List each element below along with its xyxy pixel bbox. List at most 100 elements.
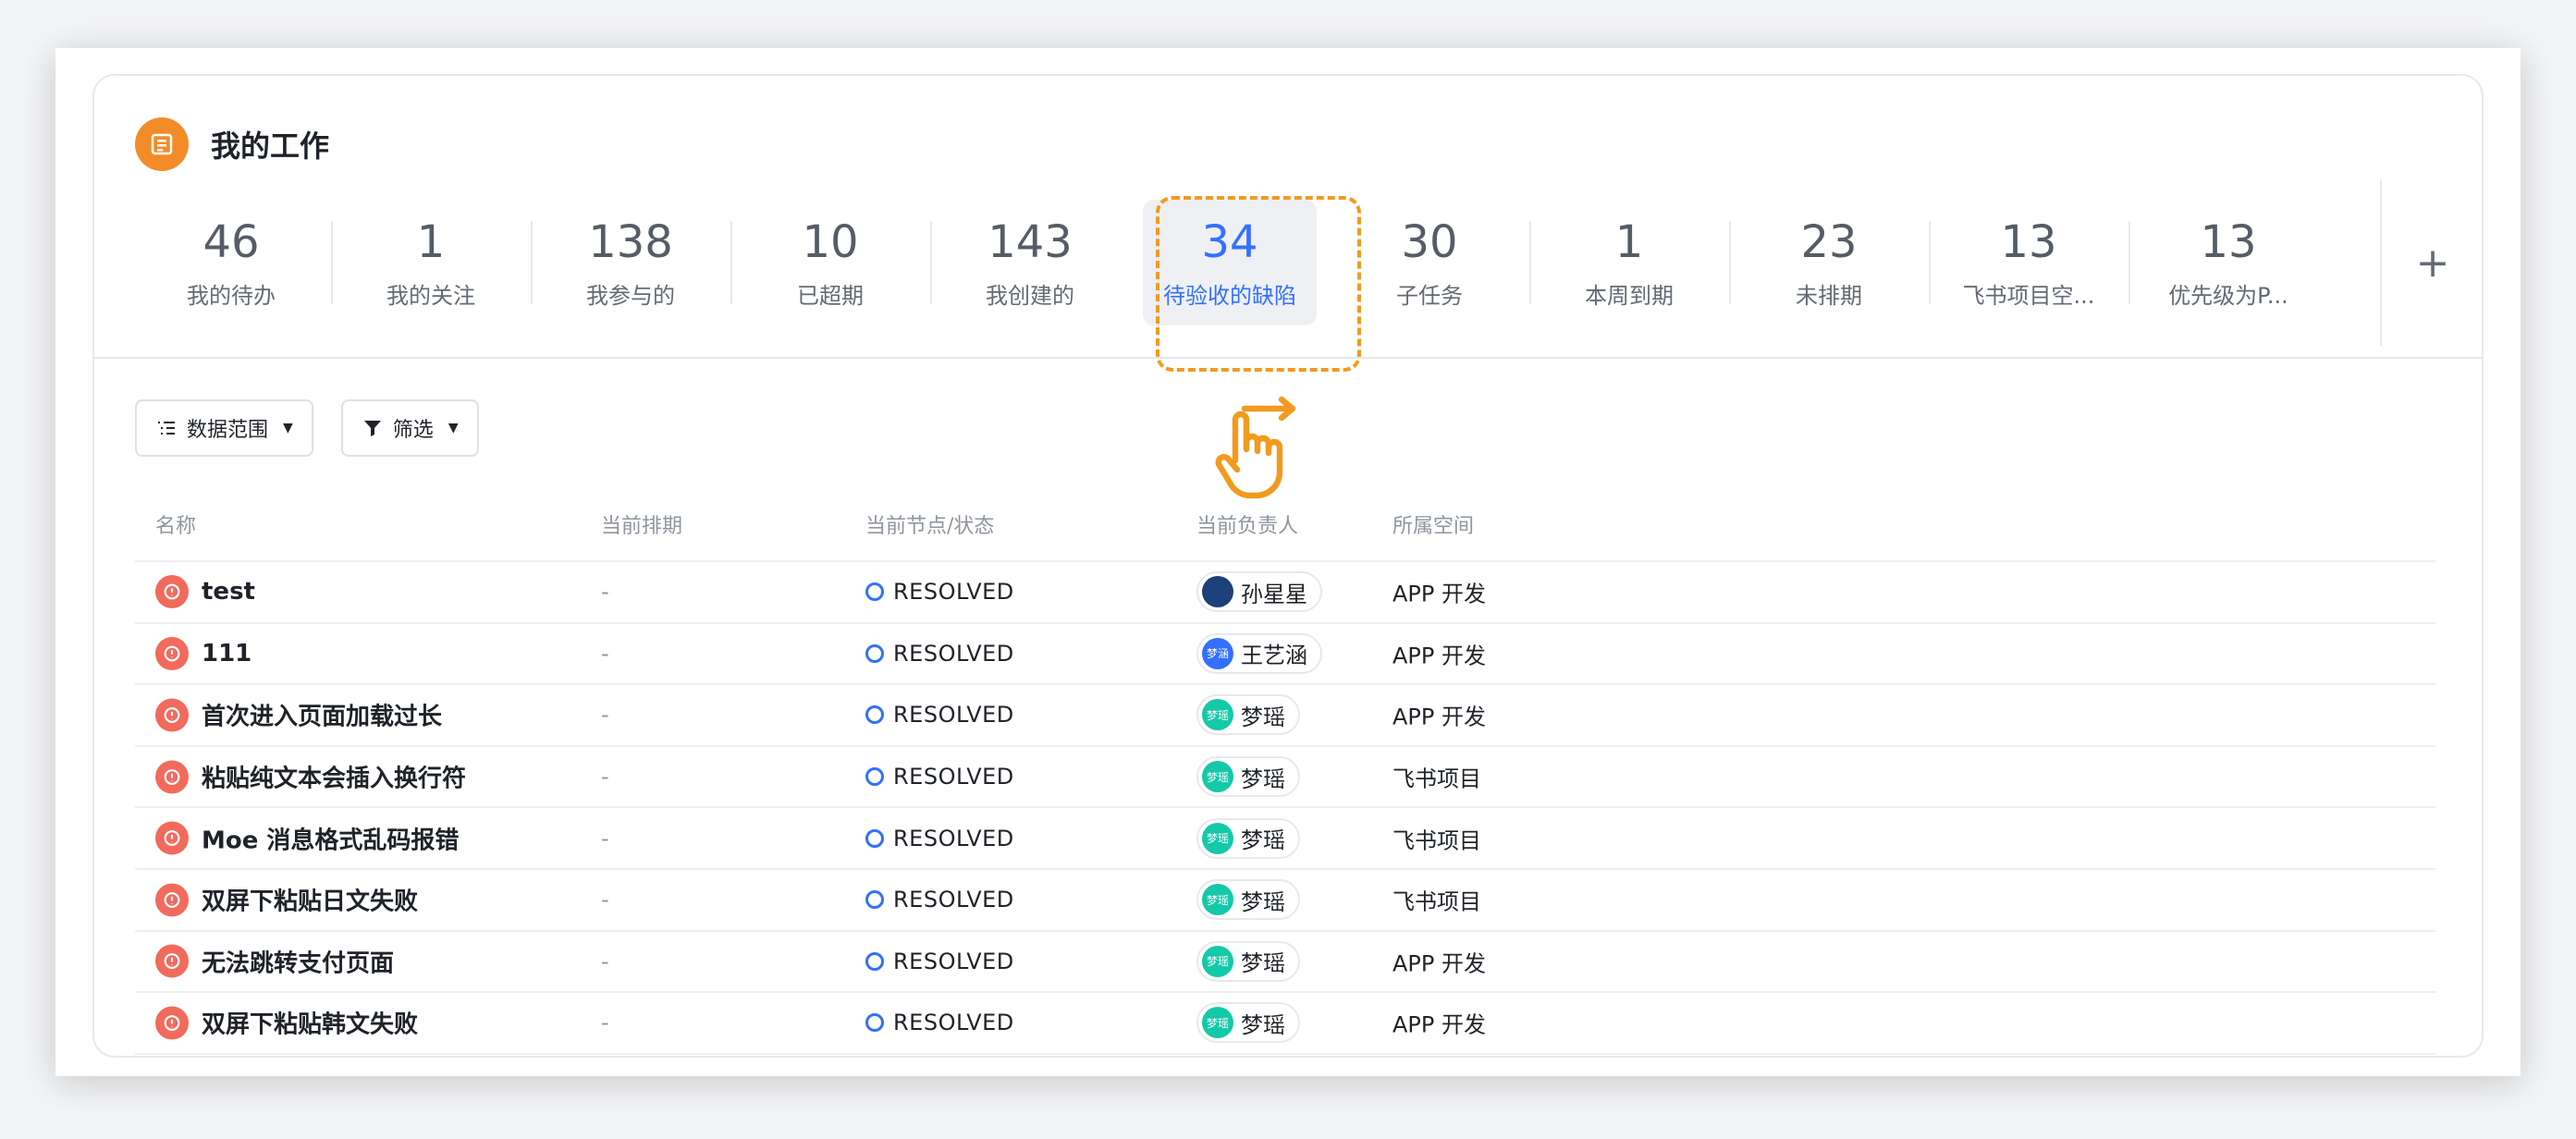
- owner-chip[interactable]: 梦瑶 梦瑶: [1196, 694, 1300, 736]
- page-title: 我的工作: [211, 129, 330, 164]
- issue-name[interactable]: 111: [202, 640, 251, 667]
- owner-chip[interactable]: 梦瑶 梦瑶: [1196, 817, 1300, 859]
- avatar-text: 梦涵: [1206, 647, 1229, 661]
- row-schedule[interactable]: -: [601, 949, 609, 974]
- row-space[interactable]: APP 开发: [1392, 699, 1486, 731]
- row-state-cell[interactable]: RESOLVED: [865, 764, 1014, 790]
- owner-chip[interactable]: 梦涵 王艺涵: [1196, 632, 1322, 674]
- my-work-card: 我的工作 46 我的待办 1 我的关注 138 我参与的 10 已超期 143 我创建的 34 待验收…: [92, 74, 2484, 1058]
- table-header: 名称 当前排期 当前节点/状态 当前负责人 所属空间: [135, 488, 2435, 560]
- stat-count: 30: [1401, 215, 1458, 268]
- row-name-cell[interactable]: 首次进入页面加载过长: [155, 698, 442, 732]
- row-name-cell[interactable]: 双屏下粘贴日文失败: [155, 883, 418, 917]
- header-schedule[interactable]: 当前排期: [601, 509, 682, 539]
- row-space[interactable]: 飞书项目: [1392, 761, 1481, 793]
- issue-name[interactable]: Moe 消息格式乱码报错: [202, 821, 459, 855]
- row-owner-cell[interactable]: 梦涵 王艺涵: [1196, 632, 1322, 674]
- app-window: 我的工作 46 我的待办 1 我的关注 138 我参与的 10 已超期 143 我创建的 34 待验收…: [55, 48, 2521, 1076]
- add-stat-button[interactable]: +: [2380, 179, 2484, 346]
- header-state[interactable]: 当前节点/状态: [865, 509, 994, 539]
- table-row[interactable]: 111 - RESOLVED 梦涵 王艺涵 APP 开发: [135, 621, 2435, 684]
- avatar: 梦瑶: [1202, 822, 1233, 854]
- table-row[interactable]: Moe 消息格式乱码报错 - RESOLVED 梦瑶 梦瑶 飞书项目: [135, 806, 2435, 868]
- row-schedule[interactable]: -: [601, 826, 609, 851]
- row-name-cell[interactable]: Moe 消息格式乱码报错: [155, 821, 459, 855]
- bug-alert-icon: [155, 636, 189, 670]
- owner-chip[interactable]: 孙星星: [1196, 571, 1322, 613]
- row-space[interactable]: 飞书项目: [1392, 884, 1481, 916]
- row-name-cell[interactable]: test: [155, 575, 255, 609]
- row-schedule[interactable]: -: [601, 641, 609, 667]
- header-name[interactable]: 名称: [155, 509, 196, 539]
- row-schedule[interactable]: -: [601, 887, 609, 912]
- data-scope-button[interactable]: 数据范围 ▼: [135, 399, 313, 457]
- table-row[interactable]: 粘贴纯文本会插入换行符 - RESOLVED 梦瑶 梦瑶 飞书项目: [135, 744, 2435, 807]
- avatar: 梦瑶: [1202, 884, 1233, 916]
- owner-chip[interactable]: 梦瑶 梦瑶: [1196, 1002, 1300, 1044]
- issue-name[interactable]: 粘贴纯文本会插入换行符: [202, 760, 466, 794]
- row-owner-cell[interactable]: 梦瑶 梦瑶: [1196, 756, 1300, 798]
- issue-name[interactable]: 首次进入页面加载过长: [202, 698, 442, 732]
- row-owner-cell[interactable]: 梦瑶 梦瑶: [1196, 940, 1300, 982]
- stat-tab-1[interactable]: 1 我的关注: [331, 179, 531, 346]
- state-text: RESOLVED: [893, 579, 1014, 606]
- stat-tab-3[interactable]: 10 已超期: [730, 179, 930, 346]
- row-owner-cell[interactable]: 梦瑶 梦瑶: [1196, 817, 1300, 859]
- issue-name[interactable]: 双屏下粘贴日文失败: [202, 883, 418, 917]
- stat-tab-0[interactable]: 46 我的待办: [131, 179, 331, 346]
- owner-name: 梦瑶: [1241, 950, 1285, 977]
- stat-tab-7[interactable]: 1 本周到期: [1529, 179, 1729, 346]
- row-name-cell[interactable]: 粘贴纯文本会插入换行符: [155, 760, 466, 794]
- avatar-text: 梦瑶: [1206, 708, 1229, 722]
- header-owner[interactable]: 当前负责人: [1196, 509, 1298, 539]
- row-name-cell[interactable]: 双屏下粘贴韩文失败: [155, 1006, 418, 1040]
- issue-name[interactable]: 无法跳转支付页面: [202, 944, 394, 978]
- row-space[interactable]: APP 开发: [1392, 576, 1486, 608]
- stat-tab-4[interactable]: 143 我创建的: [930, 179, 1130, 346]
- row-schedule[interactable]: -: [601, 764, 609, 790]
- stat-label: 子任务: [1396, 282, 1463, 309]
- table-row[interactable]: 无法跳转支付页面 - RESOLVED 梦瑶 梦瑶 APP 开发: [135, 929, 2435, 992]
- row-name-cell[interactable]: 111: [155, 636, 251, 670]
- avatar-text: 梦瑶: [1206, 770, 1229, 784]
- owner-chip[interactable]: 梦瑶 梦瑶: [1196, 879, 1300, 921]
- filter-button[interactable]: 筛选 ▼: [340, 399, 479, 457]
- table-row[interactable]: 双屏下粘贴日文失败 - RESOLVED 梦瑶 梦瑶 飞书项目: [135, 867, 2435, 930]
- row-space[interactable]: APP 开发: [1392, 1007, 1486, 1039]
- row-state-cell[interactable]: RESOLVED: [865, 579, 1014, 605]
- row-space[interactable]: 飞书项目: [1392, 822, 1481, 854]
- row-schedule[interactable]: -: [601, 579, 609, 605]
- row-state-cell[interactable]: RESOLVED: [865, 949, 1014, 974]
- row-state-cell[interactable]: RESOLVED: [865, 1010, 1014, 1035]
- issue-name[interactable]: 双屏下粘贴韩文失败: [202, 1006, 418, 1040]
- row-owner-cell[interactable]: 梦瑶 梦瑶: [1196, 1002, 1300, 1044]
- row-state-cell[interactable]: RESOLVED: [865, 641, 1014, 667]
- row-owner-cell[interactable]: 梦瑶 梦瑶: [1196, 694, 1300, 736]
- table-row[interactable]: 首次进入页面加载过长 - RESOLVED 梦瑶 梦瑶 APP 开发: [135, 683, 2435, 745]
- row-space[interactable]: APP 开发: [1392, 637, 1486, 669]
- bug-alert-icon: [155, 575, 189, 609]
- row-name-cell[interactable]: 无法跳转支付页面: [155, 944, 394, 978]
- table-row[interactable]: 双屏下粘贴韩文失败 - RESOLVED 梦瑶 梦瑶 APP 开发: [135, 991, 2435, 1053]
- row-schedule[interactable]: -: [601, 1010, 609, 1035]
- toolbar: 数据范围 ▼ 筛选 ▼: [135, 399, 479, 457]
- row-owner-cell[interactable]: 梦瑶 梦瑶: [1196, 879, 1300, 921]
- state-text: RESOLVED: [893, 887, 1014, 913]
- row-state-cell[interactable]: RESOLVED: [865, 887, 1014, 912]
- row-state-cell[interactable]: RESOLVED: [865, 826, 1014, 851]
- table-row[interactable]: test - RESOLVED 孙星星 APP 开发: [135, 560, 2435, 622]
- stat-tab-2[interactable]: 138 我参与的: [531, 179, 730, 346]
- stat-tab-10[interactable]: 13 优先级为P...: [2128, 179, 2328, 346]
- row-space[interactable]: APP 开发: [1392, 945, 1486, 977]
- row-schedule[interactable]: -: [601, 702, 609, 728]
- bug-alert-icon: [155, 698, 189, 732]
- header-space[interactable]: 所属空间: [1392, 509, 1474, 539]
- issue-name[interactable]: test: [202, 578, 255, 606]
- stat-tab-8[interactable]: 23 未排期: [1729, 179, 1929, 346]
- owner-chip[interactable]: 梦瑶 梦瑶: [1196, 940, 1300, 982]
- status-circle-icon: [865, 890, 884, 910]
- row-owner-cell[interactable]: 孙星星: [1196, 571, 1322, 613]
- stat-tab-9[interactable]: 13 飞书项目空...: [1929, 179, 2128, 346]
- row-state-cell[interactable]: RESOLVED: [865, 702, 1014, 728]
- owner-chip[interactable]: 梦瑶 梦瑶: [1196, 756, 1300, 798]
